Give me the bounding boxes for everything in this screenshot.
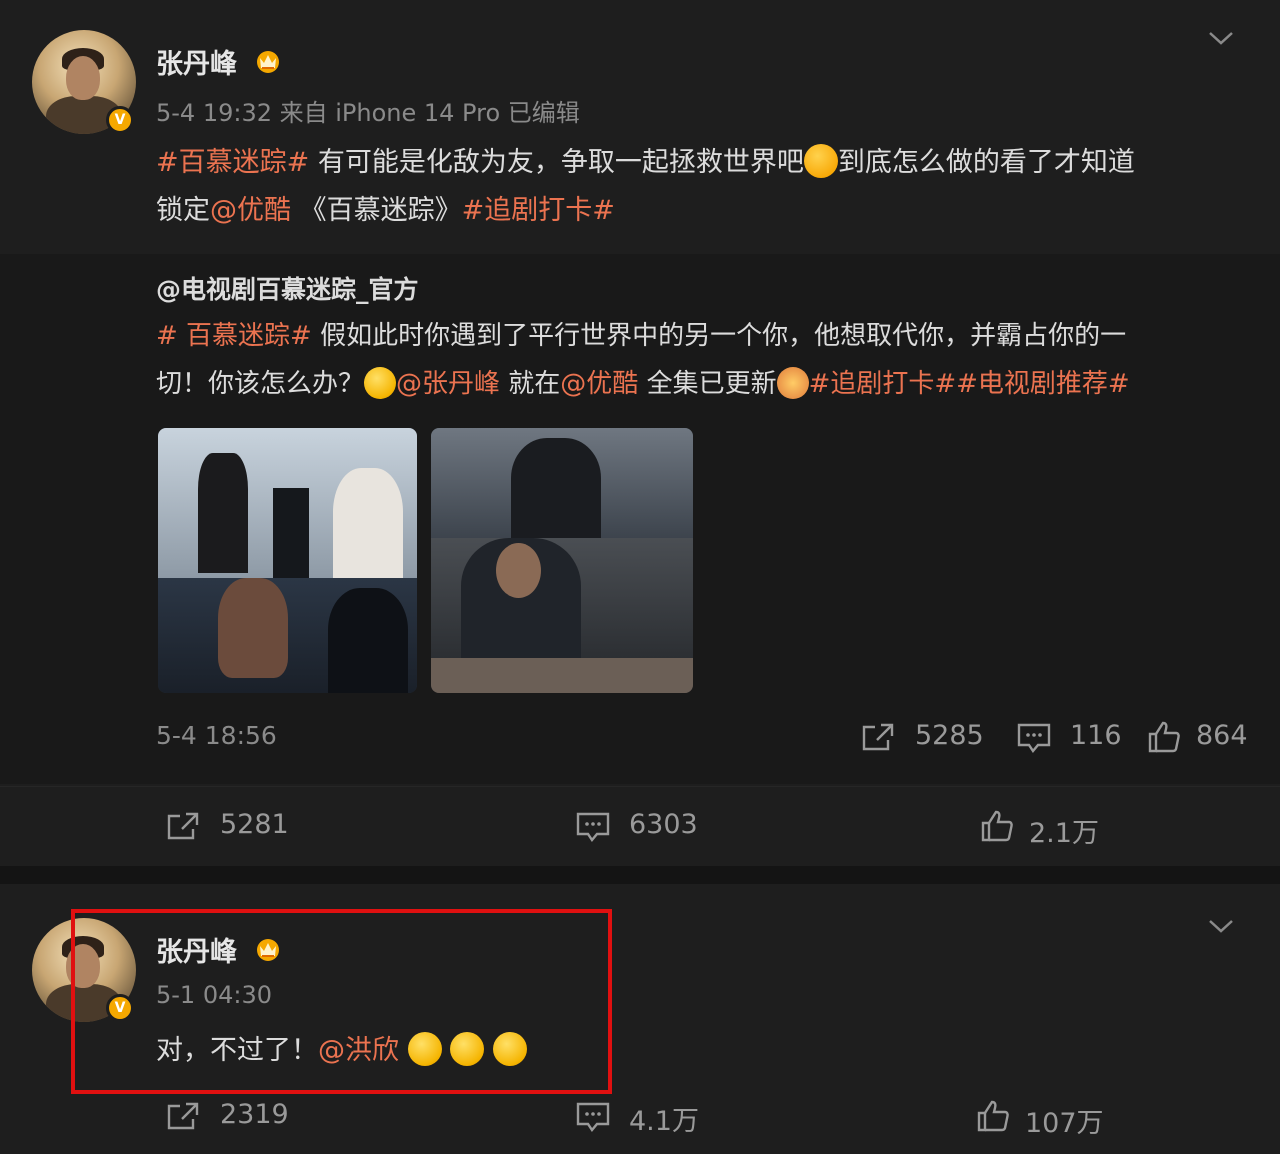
repost-share-count[interactable]: 5285 (915, 720, 984, 751)
comment-icon[interactable] (575, 811, 611, 843)
repost-text-line1: # 百慕迷踪# 假如此时你遇到了平行世界中的另一个你，他想取代你，并霸占你的一 (156, 321, 1127, 351)
highlight-box (71, 909, 612, 1094)
hashtag-link[interactable]: #追剧打卡##电视剧推荐# (809, 369, 1130, 399)
mention-link[interactable]: @优酷 (560, 369, 638, 399)
repost-comment-count[interactable]: 116 (1070, 720, 1122, 751)
like-count[interactable]: 2.1万 (1029, 811, 1099, 850)
repost-text-line2: 切！你该怎么办？ @张丹峰 就在@优酷 全集已更新 #追剧打卡##电视剧推荐# (156, 367, 1130, 399)
share-icon[interactable] (861, 722, 895, 752)
share-count[interactable]: 2319 (220, 1099, 289, 1130)
like-icon[interactable] (976, 1099, 1010, 1133)
repost-like-count[interactable]: 864 (1196, 720, 1248, 751)
post-image[interactable] (158, 428, 417, 693)
chevron-down-icon[interactable] (1208, 30, 1234, 46)
verified-badge-icon: V (106, 106, 134, 134)
divider (0, 786, 1280, 787)
emoji-icon (364, 367, 397, 399)
chevron-down-icon[interactable] (1208, 918, 1234, 934)
comment-count[interactable]: 6303 (629, 809, 698, 840)
repost-time: 5-4 18:56 (156, 721, 277, 750)
comment-icon[interactable] (575, 1101, 611, 1133)
like-icon[interactable] (980, 809, 1014, 843)
crown-icon[interactable] (253, 46, 283, 74)
comment-icon[interactable] (1016, 722, 1052, 754)
hashtag-link[interactable]: #追剧打卡# (462, 195, 615, 226)
like-icon[interactable] (1147, 720, 1181, 754)
post-image[interactable] (431, 428, 693, 693)
share-icon[interactable] (166, 1101, 200, 1131)
share-count[interactable]: 5281 (220, 809, 289, 840)
hashtag-link[interactable]: # 百慕迷踪# (156, 321, 312, 351)
mention-link[interactable]: @优酷 (210, 195, 291, 226)
comment-count[interactable]: 4.1万 (629, 1099, 699, 1138)
like-count[interactable]: 107万 (1025, 1101, 1104, 1140)
post-text-line2: 锁定@优酷 《百慕迷踪》#追剧打卡# (156, 195, 615, 226)
post-text-line1: #百慕迷踪# 有可能是化敌为友，争取一起拯救世界吧 到底怎么做的看了才知道 (156, 139, 1135, 187)
username[interactable]: 张丹峰 (156, 42, 237, 81)
emoji-icon (803, 144, 838, 178)
share-icon[interactable] (166, 811, 200, 841)
hashtag-link[interactable]: #百慕迷踪# (156, 147, 309, 178)
mention-link[interactable]: @张丹峰 (396, 369, 500, 399)
repost-author[interactable]: @电视剧百慕迷踪_官方 (156, 270, 419, 306)
post-meta: 5-4 19:32 来自 iPhone 14 Pro 已编辑 (156, 99, 580, 127)
emoji-icon (776, 367, 809, 399)
